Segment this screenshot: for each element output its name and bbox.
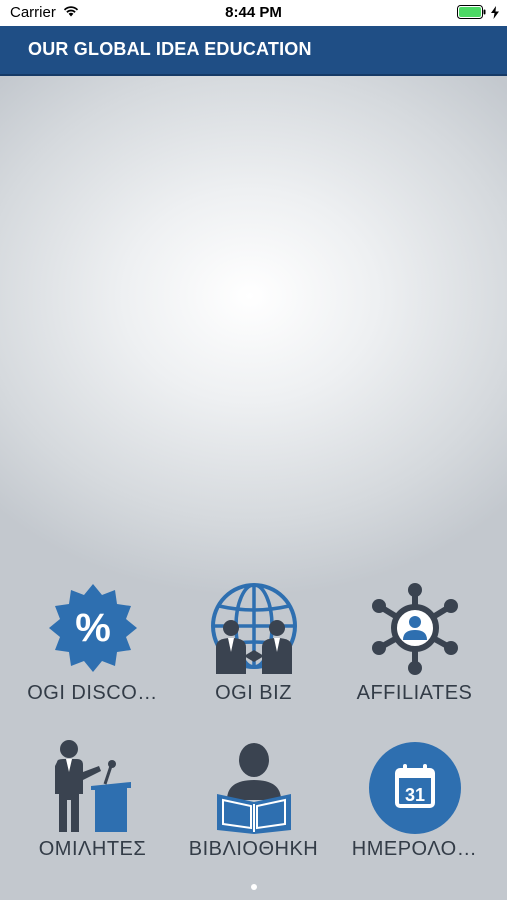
tile-label: ΗΜΕΡΟΛΟ… [351,838,478,860]
tile-label: AFFILIATES [356,682,473,704]
tile-ogi-discounts[interactable]: % OGI DISCO… [8,582,177,722]
calendar-day: 31 [404,785,424,805]
status-right [457,5,499,24]
battery-icon [457,5,487,24]
globe-business-icon [210,583,297,674]
discount-badge-icon: % [48,584,137,672]
tile-ogi-biz[interactable]: OGI BIZ [169,582,338,722]
tile-label: ΟΜΙΛΗΤΕΣ [38,838,147,860]
calendar-icon: 31 [368,742,461,834]
tile-label: OGI DISCO… [27,682,158,704]
status-time: 8:44 PM [225,4,282,21]
tile-label: OGI BIZ [215,682,292,704]
status-bar: Carrier 8:44 PM [0,0,507,26]
tile-speakers[interactable]: ΟΜΙΛΗΤΕΣ [8,738,177,878]
charging-bolt-icon [491,5,499,24]
speaker-podium-icon [54,740,131,832]
tile-label: ΒΙΒΛΙΟΘΗΚΗ [188,838,319,860]
tile-library[interactable]: ΒΙΒΛΙΟΘΗΚΗ [169,738,338,878]
app-header: OUR GLOBAL IDEA EDUCATION [0,26,507,76]
tile-calendar[interactable]: 31 ΗΜΕΡΟΛΟ… [330,738,499,878]
page-indicator-dot[interactable] [251,884,257,890]
network-people-icon [371,583,458,675]
app-title: OUR GLOBAL IDEA EDUCATION [28,39,312,59]
tile-affiliates[interactable]: AFFILIATES [330,582,499,722]
reader-book-icon [216,743,291,834]
svg-text:%: % [75,606,111,650]
